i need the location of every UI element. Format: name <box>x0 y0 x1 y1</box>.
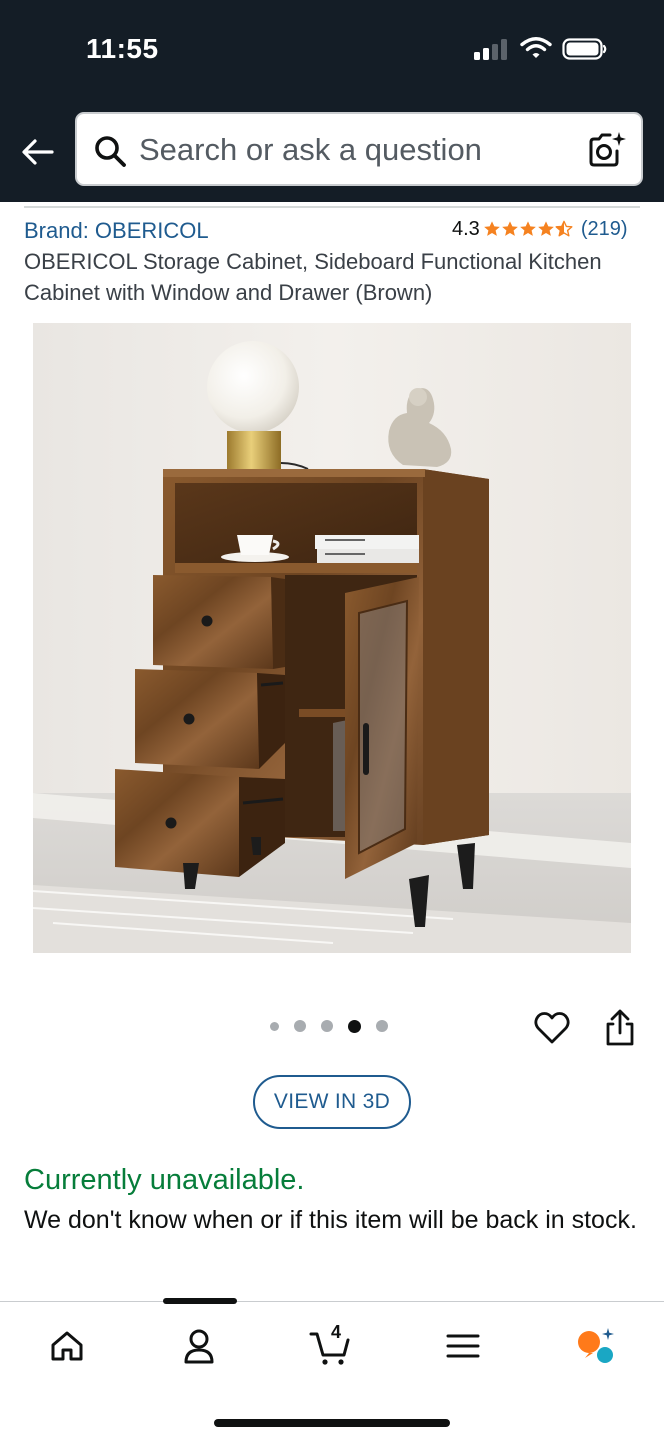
account-icon[interactable] <box>177 1324 221 1368</box>
battery-icon <box>562 38 607 60</box>
carousel-dot[interactable] <box>321 1020 333 1032</box>
carousel-dot[interactable] <box>270 1021 279 1031</box>
star-full-icon <box>483 221 500 236</box>
availability-note: We don't know when or if this item will … <box>24 1206 637 1234</box>
search-bar[interactable] <box>75 112 643 186</box>
back-arrow-icon[interactable] <box>18 132 58 172</box>
home-indicator-bar <box>214 1419 450 1427</box>
heart-icon[interactable] <box>533 1009 571 1047</box>
product-title: OBERICOL Storage Cabinet, Sideboard Func… <box>24 249 602 305</box>
camera-search-icon[interactable] <box>587 130 627 170</box>
cart-count-badge: 4 <box>330 1322 341 1342</box>
availability-status: Currently unavailable. <box>24 1164 305 1196</box>
menu-icon[interactable] <box>441 1324 485 1368</box>
rating-count[interactable]: (219) <box>581 218 628 241</box>
carousel-dot-active[interactable] <box>348 1019 361 1033</box>
carousel-dot[interactable] <box>294 1020 306 1032</box>
share-icon[interactable] <box>601 1008 639 1048</box>
status-time: 11:55 <box>86 33 159 64</box>
home-icon[interactable] <box>45 1324 89 1368</box>
rating-value: 4.3 <box>452 217 480 240</box>
star-half-icon <box>555 220 573 237</box>
wifi-icon <box>520 37 552 58</box>
cellular-signal-icon <box>474 38 510 60</box>
star-full-icon <box>501 221 518 236</box>
active-tab-indicator <box>163 1298 237 1304</box>
carousel-dot[interactable] <box>376 1020 388 1032</box>
rufus-assistant-icon[interactable] <box>574 1324 618 1368</box>
bottom-navigation: 4 <box>0 1298 664 1440</box>
image-carousel-indicator[interactable] <box>270 1018 403 1034</box>
rating-stars <box>483 220 573 238</box>
brand-link[interactable]: Brand: OBERICOL <box>24 218 209 244</box>
star-full-icon <box>519 221 536 236</box>
top-header: 11:55 <box>0 0 664 202</box>
cabinet-photo-illustration <box>33 323 631 953</box>
search-icon <box>95 136 126 167</box>
rating-summary[interactable]: 4.3 (219) <box>452 216 628 242</box>
star-full-icon <box>537 221 554 236</box>
header-divider <box>24 206 640 208</box>
view-in-3d-button[interactable]: VIEW IN 3D <box>253 1075 411 1129</box>
search-input[interactable] <box>139 126 569 174</box>
product-image[interactable] <box>33 323 631 953</box>
cart-button[interactable]: 4 <box>308 1322 352 1368</box>
